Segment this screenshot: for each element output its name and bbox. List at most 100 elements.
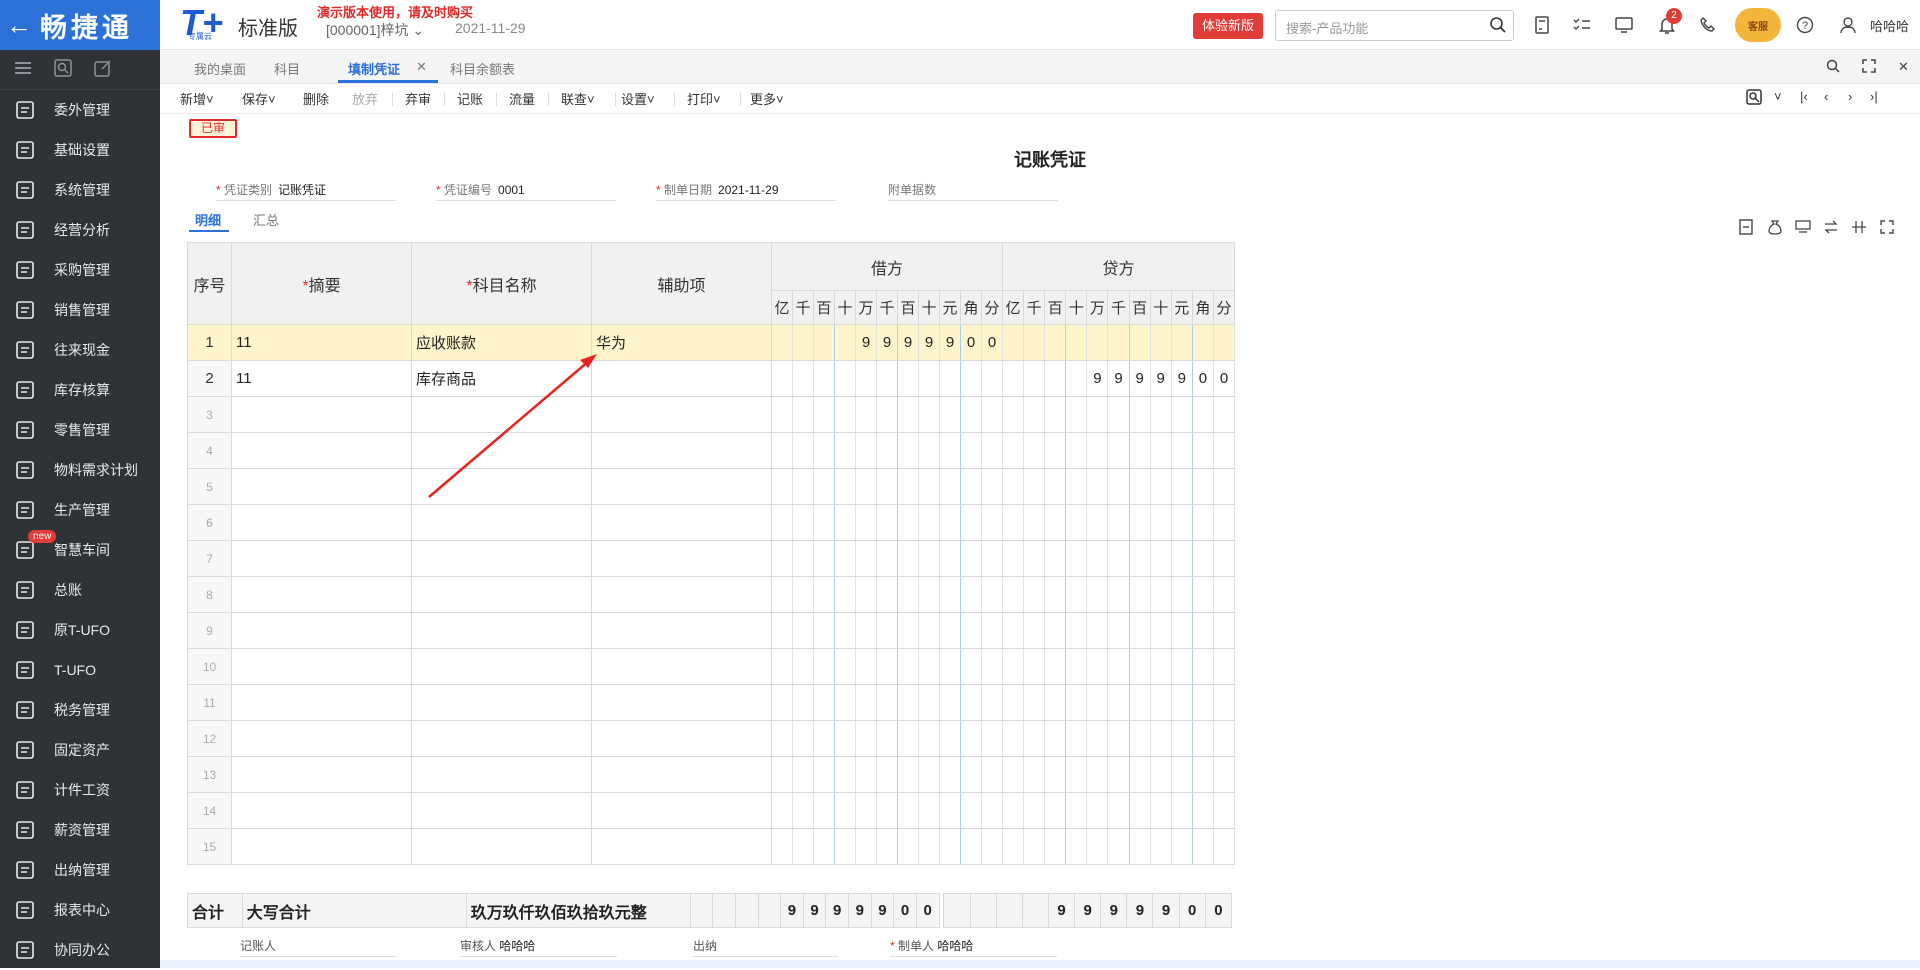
credit-digit-cell[interactable] xyxy=(1191,324,1214,361)
credit-digit-cell[interactable] xyxy=(1128,720,1151,757)
debit-digit-cell[interactable] xyxy=(939,504,961,541)
credit-digit-cell[interactable] xyxy=(1149,612,1172,649)
credit-digit-cell[interactable] xyxy=(1128,648,1151,685)
help-icon[interactable]: ? xyxy=(1795,15,1815,35)
aux-cell[interactable] xyxy=(591,756,772,793)
credit-digit-cell[interactable] xyxy=(1149,684,1172,721)
debit-digit-cell[interactable] xyxy=(855,468,877,505)
debit-digit-cell[interactable] xyxy=(813,468,835,505)
debit-digit-cell[interactable] xyxy=(771,360,793,397)
debit-digit-cell[interactable] xyxy=(918,612,940,649)
debit-digit-cell[interactable] xyxy=(939,540,961,577)
credit-digit-cell[interactable] xyxy=(1212,504,1236,541)
credit-digit-cell[interactable] xyxy=(1191,504,1214,541)
debit-digit-cell[interactable] xyxy=(980,684,1004,721)
credit-digit-cell[interactable] xyxy=(1065,504,1088,541)
debit-digit-cell[interactable] xyxy=(855,756,877,793)
debit-digit-cell[interactable] xyxy=(813,648,835,685)
credit-digit-cell[interactable] xyxy=(1170,396,1193,433)
credit-digit-cell[interactable] xyxy=(1149,432,1172,469)
credit-digit-cell[interactable] xyxy=(1044,540,1067,577)
credit-digit-cell[interactable] xyxy=(1107,648,1130,685)
debit-digit-cell[interactable] xyxy=(792,756,814,793)
sidebar-item-5[interactable]: 销售管理 xyxy=(0,290,160,330)
credit-digit-cell[interactable] xyxy=(1023,720,1046,757)
debit-digit-cell[interactable] xyxy=(834,504,856,541)
account-selector[interactable]: [000001]梓坑 ⌄ xyxy=(326,20,424,40)
debit-digit-cell[interactable] xyxy=(771,540,793,577)
debit-digit-cell[interactable] xyxy=(792,324,814,361)
credit-digit-cell[interactable] xyxy=(1023,504,1046,541)
debit-digit-cell[interactable] xyxy=(897,828,919,865)
credit-digit-cell[interactable] xyxy=(1002,756,1025,793)
debit-digit-cell[interactable] xyxy=(939,756,961,793)
summary-cell[interactable] xyxy=(231,828,412,865)
credit-digit-cell[interactable] xyxy=(1191,684,1214,721)
sidebar-item-18[interactable]: 薪资管理 xyxy=(0,810,160,850)
credit-digit-cell[interactable] xyxy=(1170,432,1193,469)
tab-search-icon[interactable] xyxy=(1826,59,1840,76)
credit-digit-cell[interactable]: 9 xyxy=(1128,360,1151,397)
aux-cell[interactable] xyxy=(591,684,772,721)
credit-digit-cell[interactable] xyxy=(1086,540,1109,577)
credit-digit-cell[interactable]: 9 xyxy=(1107,360,1130,397)
credit-digit-cell[interactable] xyxy=(1065,684,1088,721)
credit-digit-cell[interactable] xyxy=(1128,756,1151,793)
debit-digit-cell[interactable] xyxy=(980,360,1004,397)
debit-digit-cell[interactable] xyxy=(834,540,856,577)
debit-digit-cell[interactable] xyxy=(792,468,814,505)
debit-digit-cell[interactable] xyxy=(960,612,982,649)
credit-digit-cell[interactable] xyxy=(1044,396,1067,433)
credit-digit-cell[interactable] xyxy=(1107,432,1130,469)
arrow-left-icon[interactable]: ← xyxy=(6,10,32,41)
chevron-down-icon[interactable]: ˅ xyxy=(1774,89,1782,104)
account-cell[interactable]: 库存商品 xyxy=(411,360,592,397)
debit-digit-cell[interactable] xyxy=(897,756,919,793)
credit-digit-cell[interactable] xyxy=(1212,396,1236,433)
credit-digit-cell[interactable] xyxy=(1149,540,1172,577)
edit-menu-icon[interactable] xyxy=(94,59,112,80)
more-button[interactable]: 更多˅ xyxy=(750,89,784,108)
summary-cell[interactable]: 11 xyxy=(231,324,412,361)
subtab-detail[interactable]: 明细 xyxy=(195,210,221,229)
debit-digit-cell[interactable] xyxy=(980,468,1004,505)
debit-digit-cell[interactable] xyxy=(918,468,940,505)
credit-digit-cell[interactable] xyxy=(1023,432,1046,469)
credit-digit-cell[interactable] xyxy=(1002,612,1025,649)
credit-digit-cell[interactable] xyxy=(1107,684,1130,721)
debit-digit-cell[interactable] xyxy=(834,396,856,433)
debit-digit-cell[interactable] xyxy=(939,432,961,469)
account-cell[interactable]: 应收账款 xyxy=(411,324,592,361)
credit-digit-cell[interactable] xyxy=(1002,720,1025,757)
credit-digit-cell[interactable] xyxy=(1023,684,1046,721)
debit-digit-cell[interactable] xyxy=(960,576,982,613)
credit-digit-cell[interactable]: 0 xyxy=(1191,360,1214,397)
credit-digit-cell[interactable] xyxy=(1170,684,1193,721)
sidebar-item-0[interactable]: 委外管理 xyxy=(0,90,160,130)
debit-digit-cell[interactable] xyxy=(980,828,1004,865)
debit-digit-cell[interactable] xyxy=(897,468,919,505)
unaudit-button[interactable]: 弃审 xyxy=(405,89,431,108)
credit-digit-cell[interactable] xyxy=(1002,576,1025,613)
account-cell[interactable] xyxy=(411,756,592,793)
credit-digit-cell[interactable] xyxy=(1170,792,1193,829)
credit-digit-cell[interactable] xyxy=(1212,576,1236,613)
credit-digit-cell[interactable] xyxy=(1191,468,1214,505)
sidebar-item-21[interactable]: 协同办公 xyxy=(0,930,160,970)
credit-digit-cell[interactable] xyxy=(1191,720,1214,757)
credit-digit-cell[interactable] xyxy=(1149,504,1172,541)
account-cell[interactable] xyxy=(411,432,592,469)
credit-digit-cell[interactable] xyxy=(1044,360,1067,397)
user-icon[interactable] xyxy=(1838,15,1858,35)
save-button[interactable]: 保存˅ xyxy=(242,89,276,108)
debit-digit-cell[interactable] xyxy=(939,396,961,433)
debit-digit-cell[interactable] xyxy=(855,684,877,721)
debit-digit-cell[interactable] xyxy=(918,576,940,613)
attachments-field[interactable]: 附单据数 xyxy=(888,181,1058,201)
aux-cell[interactable] xyxy=(591,468,772,505)
debit-digit-cell[interactable] xyxy=(897,504,919,541)
debit-digit-cell[interactable] xyxy=(876,432,898,469)
credit-digit-cell[interactable] xyxy=(1002,468,1025,505)
debit-digit-cell[interactable] xyxy=(918,396,940,433)
sidebar-item-20[interactable]: 报表中心 xyxy=(0,890,160,930)
